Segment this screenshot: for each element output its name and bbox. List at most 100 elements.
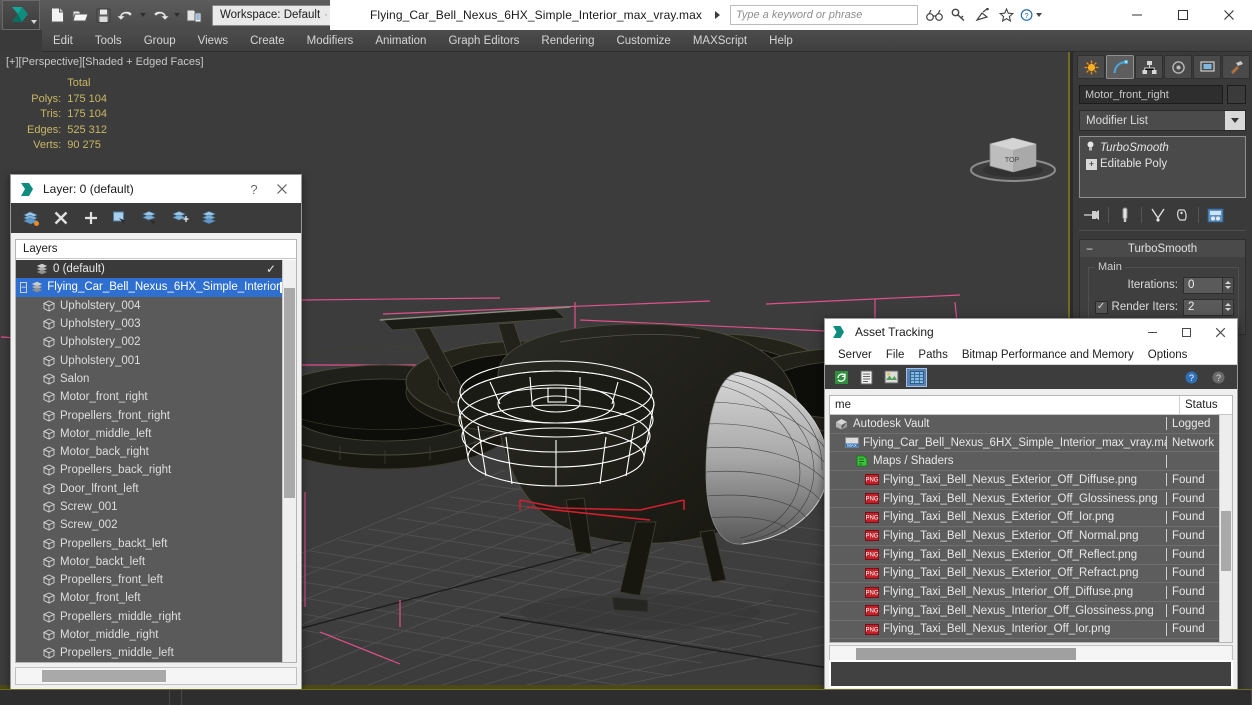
layer-expander-icon[interactable]: − xyxy=(20,281,28,293)
layer-list-horizontal-scrollbar[interactable] xyxy=(15,667,297,685)
layer-row[interactable]: Motor_back_right xyxy=(16,443,282,461)
asset-row[interactable]: PNG Flying_Taxi_Bell_Nexus_Exterior_Off_N… xyxy=(830,527,1219,546)
asset-tracking-grid[interactable]: me Status Autodesk Vault Logged MAX Flying_… xyxy=(829,395,1233,643)
hierarchy-tab[interactable] xyxy=(1135,55,1163,79)
render-iters-input[interactable]: 2 xyxy=(1183,298,1223,316)
menu-item-graph-editors[interactable]: Graph Editors xyxy=(437,32,530,50)
modifier-list-dropdown[interactable]: Modifier List xyxy=(1079,110,1246,131)
layer-row[interactable]: Upholstery_003 xyxy=(16,315,282,333)
asset-row[interactable]: PNG Flying_Taxi_Bell_Nexus_Exterior_Off_G… xyxy=(830,490,1219,509)
motion-tab[interactable] xyxy=(1164,55,1192,79)
asset-row[interactable]: PNG Flying_Taxi_Bell_Nexus_Interior_Off_I… xyxy=(830,621,1219,640)
menu-item-customize[interactable]: Customize xyxy=(605,32,681,50)
layer-list[interactable]: 0 (default) ✓ − Flying_Car_Bell_Nexus_6HX_S… xyxy=(16,260,282,662)
hide-unhide-layer-icon[interactable] xyxy=(171,208,191,228)
layer-dialog-close-button[interactable] xyxy=(267,176,297,202)
asset-menu-paths[interactable]: Paths xyxy=(911,347,954,363)
asset-row[interactable]: PNG Flying_Taxi_Bell_Nexus_Exterior_Off_R… xyxy=(830,565,1219,584)
asset-column-name[interactable]: me xyxy=(830,396,1180,414)
delete-highlighted-layers-icon[interactable] xyxy=(51,208,71,228)
menu-item-create[interactable]: Create xyxy=(239,32,296,50)
select-highlighted-objects-layers-icon[interactable] xyxy=(111,208,131,228)
create-tab[interactable] xyxy=(1077,55,1105,79)
asset-row[interactable]: Maps / Shaders xyxy=(830,452,1219,472)
menu-item-maxscript[interactable]: MAXScript xyxy=(682,32,758,50)
modifier-stack-item-turbosmooth[interactable]: TurboSmooth xyxy=(1082,140,1243,156)
menu-item-help[interactable]: Help xyxy=(758,32,804,50)
asset-row[interactable]: PNG Flying_Taxi_Bell_Nexus_Interior_Off_D… xyxy=(830,583,1219,602)
title-expand-icon[interactable] xyxy=(712,7,724,23)
menu-item-modifiers[interactable]: Modifiers xyxy=(296,32,365,50)
layer-row[interactable]: Screw_002 xyxy=(16,516,282,534)
iterations-input[interactable]: 0 xyxy=(1183,276,1223,294)
close-button[interactable] xyxy=(1206,0,1252,30)
asset-row[interactable]: MAX Flying_Car_Bell_Nexus_6HX_Simple_Inte… xyxy=(830,434,1219,453)
context-help-icon[interactable]: ? xyxy=(1208,368,1229,387)
rollout-collapse-icon[interactable]: − xyxy=(1086,243,1093,255)
layer-row[interactable]: Propellers_middle_left xyxy=(16,644,282,662)
binoculars-icon[interactable] xyxy=(924,4,946,26)
expand-plus-icon[interactable]: + xyxy=(1086,158,1097,170)
make-unique-icon[interactable] xyxy=(1147,204,1169,226)
asset-menu-file[interactable]: File xyxy=(879,347,912,363)
help-circle-icon[interactable]: ? xyxy=(1020,4,1042,26)
asset-menu-bitmap-performance[interactable]: Bitmap Performance and Memory xyxy=(955,347,1141,363)
open-file-icon[interactable] xyxy=(69,3,91,27)
save-file-icon[interactable] xyxy=(92,3,114,27)
chevron-down-icon[interactable] xyxy=(1225,111,1245,130)
layer-dialog-help-button[interactable]: ? xyxy=(241,176,267,202)
freeze-unfreeze-layer-icon[interactable] xyxy=(201,208,221,228)
object-name-field[interactable]: Motor_front_right xyxy=(1079,85,1223,104)
layer-row[interactable]: Upholstery_002 xyxy=(16,333,282,351)
modifier-stack-item-editable-poly[interactable]: + Editable Poly xyxy=(1082,156,1243,172)
asset-menu-options[interactable]: Options xyxy=(1141,347,1195,363)
layer-row[interactable]: Motor_front_right xyxy=(16,388,282,406)
layer-row[interactable]: − Flying_Car_Bell_Nexus_6HX_Simple_Interi… xyxy=(16,278,282,297)
layer-row[interactable]: Salon xyxy=(16,370,282,388)
layer-row[interactable]: Propellers_backt_left xyxy=(16,534,282,552)
menu-item-animation[interactable]: Animation xyxy=(364,32,437,50)
asset-tracking-close-button[interactable] xyxy=(1203,319,1237,345)
asset-row[interactable]: PNG Flying_Taxi_Bell_Nexus_Exterior_Off_R… xyxy=(830,546,1219,565)
layer-list-vertical-scrollbar[interactable] xyxy=(282,260,296,662)
menu-item-views[interactable]: Views xyxy=(187,32,239,50)
display-tab[interactable] xyxy=(1193,55,1221,79)
asset-row[interactable]: PNG Flying_Taxi_Bell_Nexus_Exterior_Off_I… xyxy=(830,508,1219,528)
asset-row[interactable]: PNG Flying_Taxi_Bell_Nexus_Exterior_Off_D… xyxy=(830,471,1219,490)
asset-row[interactable]: PNG Flying_Taxi_Bell_Nexus_Interior_Off_G… xyxy=(830,602,1219,621)
layer-row[interactable]: Motor_middle_left xyxy=(16,425,282,443)
project-folder-icon[interactable] xyxy=(183,3,205,27)
layer-row[interactable]: Propellers_back_right xyxy=(16,461,282,479)
lightbulb-icon[interactable] xyxy=(1083,141,1097,155)
search-input[interactable]: Type a keyword or phrase xyxy=(729,5,918,25)
help-icon[interactable]: ? xyxy=(1181,368,1202,387)
undo-icon[interactable] xyxy=(115,3,137,27)
asset-grid-hscroll-thumb[interactable] xyxy=(856,648,1076,660)
render-iters-spinner[interactable] xyxy=(1223,298,1234,316)
modifier-stack[interactable]: TurboSmooth + Editable Poly xyxy=(1079,136,1246,198)
layer-active-check-icon[interactable]: ✓ xyxy=(260,262,282,276)
menu-item-tools[interactable]: Tools xyxy=(84,32,133,50)
menu-item-group[interactable]: Group xyxy=(133,32,187,50)
asset-grid-scroll-thumb[interactable] xyxy=(1221,511,1231,571)
menu-item-edit[interactable]: Edit xyxy=(42,32,84,50)
layer-row[interactable]: Door_lfront_left xyxy=(16,480,282,498)
iterations-spinner[interactable] xyxy=(1223,276,1234,294)
key-icon[interactable] xyxy=(948,4,970,26)
rollout-header[interactable]: − TurboSmooth xyxy=(1080,240,1245,257)
bitmap-view-icon[interactable] xyxy=(881,368,902,387)
layer-row[interactable]: Propellers_middle_right xyxy=(16,608,282,626)
utilities-tab[interactable] xyxy=(1222,55,1250,79)
layer-row[interactable]: Upholstery_001 xyxy=(16,351,282,369)
satellite-icon[interactable] xyxy=(972,4,994,26)
refresh-icon[interactable] xyxy=(831,368,852,387)
grid-view-icon[interactable] xyxy=(906,367,927,387)
layer-explorer-dialog[interactable]: Layer: 0 (default) ? Layers 0 (default) … xyxy=(10,174,302,690)
redo-dropdown-icon[interactable] xyxy=(172,3,182,27)
undo-dropdown-icon[interactable] xyxy=(138,3,148,27)
redo-icon[interactable] xyxy=(149,3,171,27)
application-menu-button[interactable] xyxy=(2,0,40,30)
list-view-icon[interactable] xyxy=(856,368,877,387)
render-iters-checkbox[interactable]: ✓ xyxy=(1094,300,1108,314)
remove-modifier-icon[interactable] xyxy=(1171,204,1193,226)
